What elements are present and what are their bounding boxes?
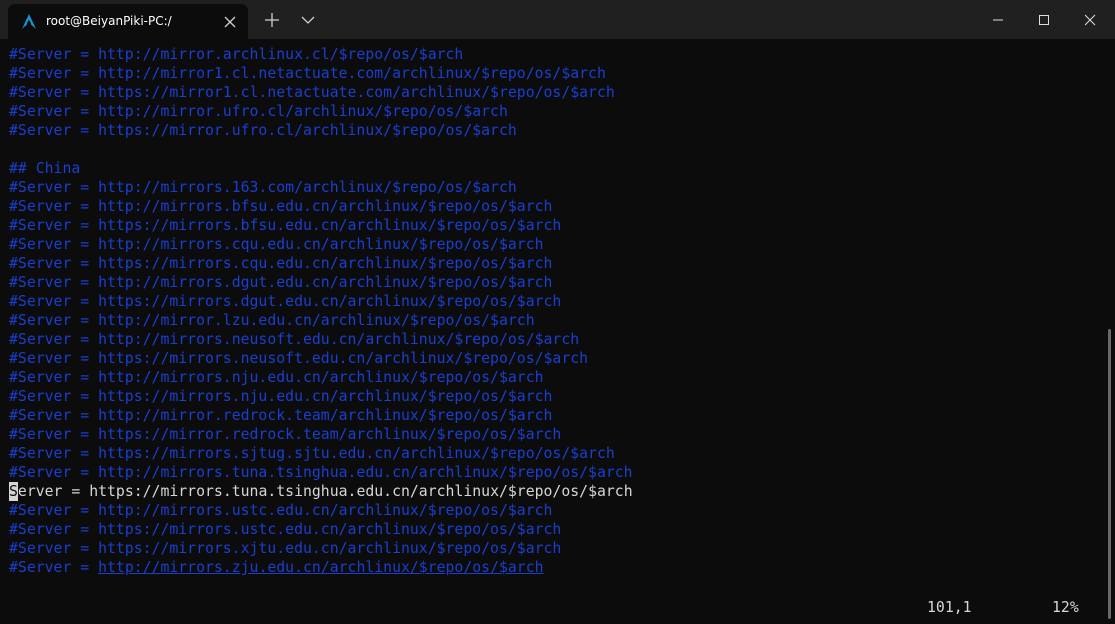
terminal-line: #Server = http://mirrors.dgut.edu.cn/arc… bbox=[9, 274, 553, 291]
terminal-line: #Server = http://mirrors.neusoft.edu.cn/… bbox=[9, 331, 580, 348]
tab-title: root@BeiyanPiki-PC:/ bbox=[46, 14, 172, 28]
terminal-line: #Server = http://mirrors.cqu.edu.cn/arch… bbox=[9, 236, 544, 253]
close-window-button[interactable] bbox=[1067, 0, 1113, 39]
terminal-line: #Server = http://mirrors.zju.edu.cn/arch… bbox=[9, 559, 544, 576]
scroll-percent: 12% bbox=[1052, 599, 1079, 616]
arch-linux-icon bbox=[22, 14, 36, 29]
terminal-line: #Server = http://mirrors.tuna.tsinghua.e… bbox=[9, 464, 633, 481]
terminal-line: #Server = http://mirrors.nju.edu.cn/arch… bbox=[9, 369, 544, 386]
terminal-line: #Server = https://mirrors.sjtug.sjtu.edu… bbox=[9, 445, 615, 462]
terminal-line: #Server = https://mirror1.cl.netactuate.… bbox=[9, 84, 615, 101]
text-cursor: S bbox=[9, 482, 18, 501]
terminal-text: #Server = http://mirror.archlinux.cl/$re… bbox=[9, 45, 633, 577]
terminal-line: #Server = http://mirror.lzu.edu.cn/archl… bbox=[9, 312, 535, 329]
title-bar: root@BeiyanPiki-PC:/ bbox=[0, 0, 1115, 39]
cursor-position: 101,1 bbox=[927, 599, 972, 616]
terminal-line: #Server = https://mirrors.bfsu.edu.cn/ar… bbox=[9, 217, 562, 234]
scrollbar[interactable] bbox=[1108, 329, 1111, 619]
terminal-line: #Server = http://mirrors.bfsu.edu.cn/arc… bbox=[9, 198, 553, 215]
terminal-line: #Server = https://mirror.ufro.cl/archlin… bbox=[9, 122, 517, 139]
minimize-button[interactable] bbox=[975, 0, 1021, 39]
terminal-pane[interactable]: #Server = http://mirror.archlinux.cl/$re… bbox=[0, 39, 1115, 624]
terminal-line: #Server = https://mirrors.nju.edu.cn/arc… bbox=[9, 388, 553, 405]
terminal-line: ## China bbox=[9, 160, 81, 177]
terminal-line: #Server = https://mirrors.xjtu.edu.cn/ar… bbox=[9, 540, 562, 557]
tab-active[interactable]: root@BeiyanPiki-PC:/ bbox=[8, 4, 248, 39]
minimize-icon bbox=[993, 19, 1003, 21]
terminal-line: #Server = http://mirror1.cl.netactuate.c… bbox=[9, 65, 606, 82]
close-icon bbox=[1084, 14, 1096, 26]
maximize-icon bbox=[1039, 15, 1049, 25]
maximize-button[interactable] bbox=[1021, 0, 1067, 39]
terminal-line: #Server = http://mirrors.163.com/archlin… bbox=[9, 179, 517, 196]
close-tab-icon[interactable] bbox=[221, 13, 239, 31]
terminal-line: #Server = https://mirror.redrock.team/ar… bbox=[9, 426, 562, 443]
terminal-line: #Server = https://mirrors.cqu.edu.cn/arc… bbox=[9, 255, 553, 272]
terminal-line: #Server = https://mirrors.dgut.edu.cn/ar… bbox=[9, 293, 562, 310]
terminal-line: #Server = http://mirror.ufro.cl/archlinu… bbox=[9, 103, 508, 120]
terminal-line: #Server = http://mirror.archlinux.cl/$re… bbox=[9, 46, 464, 63]
url-link[interactable]: http://mirrors.zju.edu.cn/archlinux/$rep… bbox=[98, 559, 543, 576]
terminal-line: #Server = https://mirrors.ustc.edu.cn/ar… bbox=[9, 521, 562, 538]
terminal-line: #Server = http://mirrors.ustc.edu.cn/arc… bbox=[9, 502, 553, 519]
plus-icon[interactable] bbox=[262, 10, 282, 30]
terminal-line: #Server = http://mirror.redrock.team/arc… bbox=[9, 407, 553, 424]
terminal-line: Server = https://mirrors.tuna.tsinghua.e… bbox=[9, 482, 633, 501]
terminal-line: #Server = https://mirrors.neusoft.edu.cn… bbox=[9, 350, 589, 367]
chevron-down-icon[interactable] bbox=[298, 10, 318, 30]
